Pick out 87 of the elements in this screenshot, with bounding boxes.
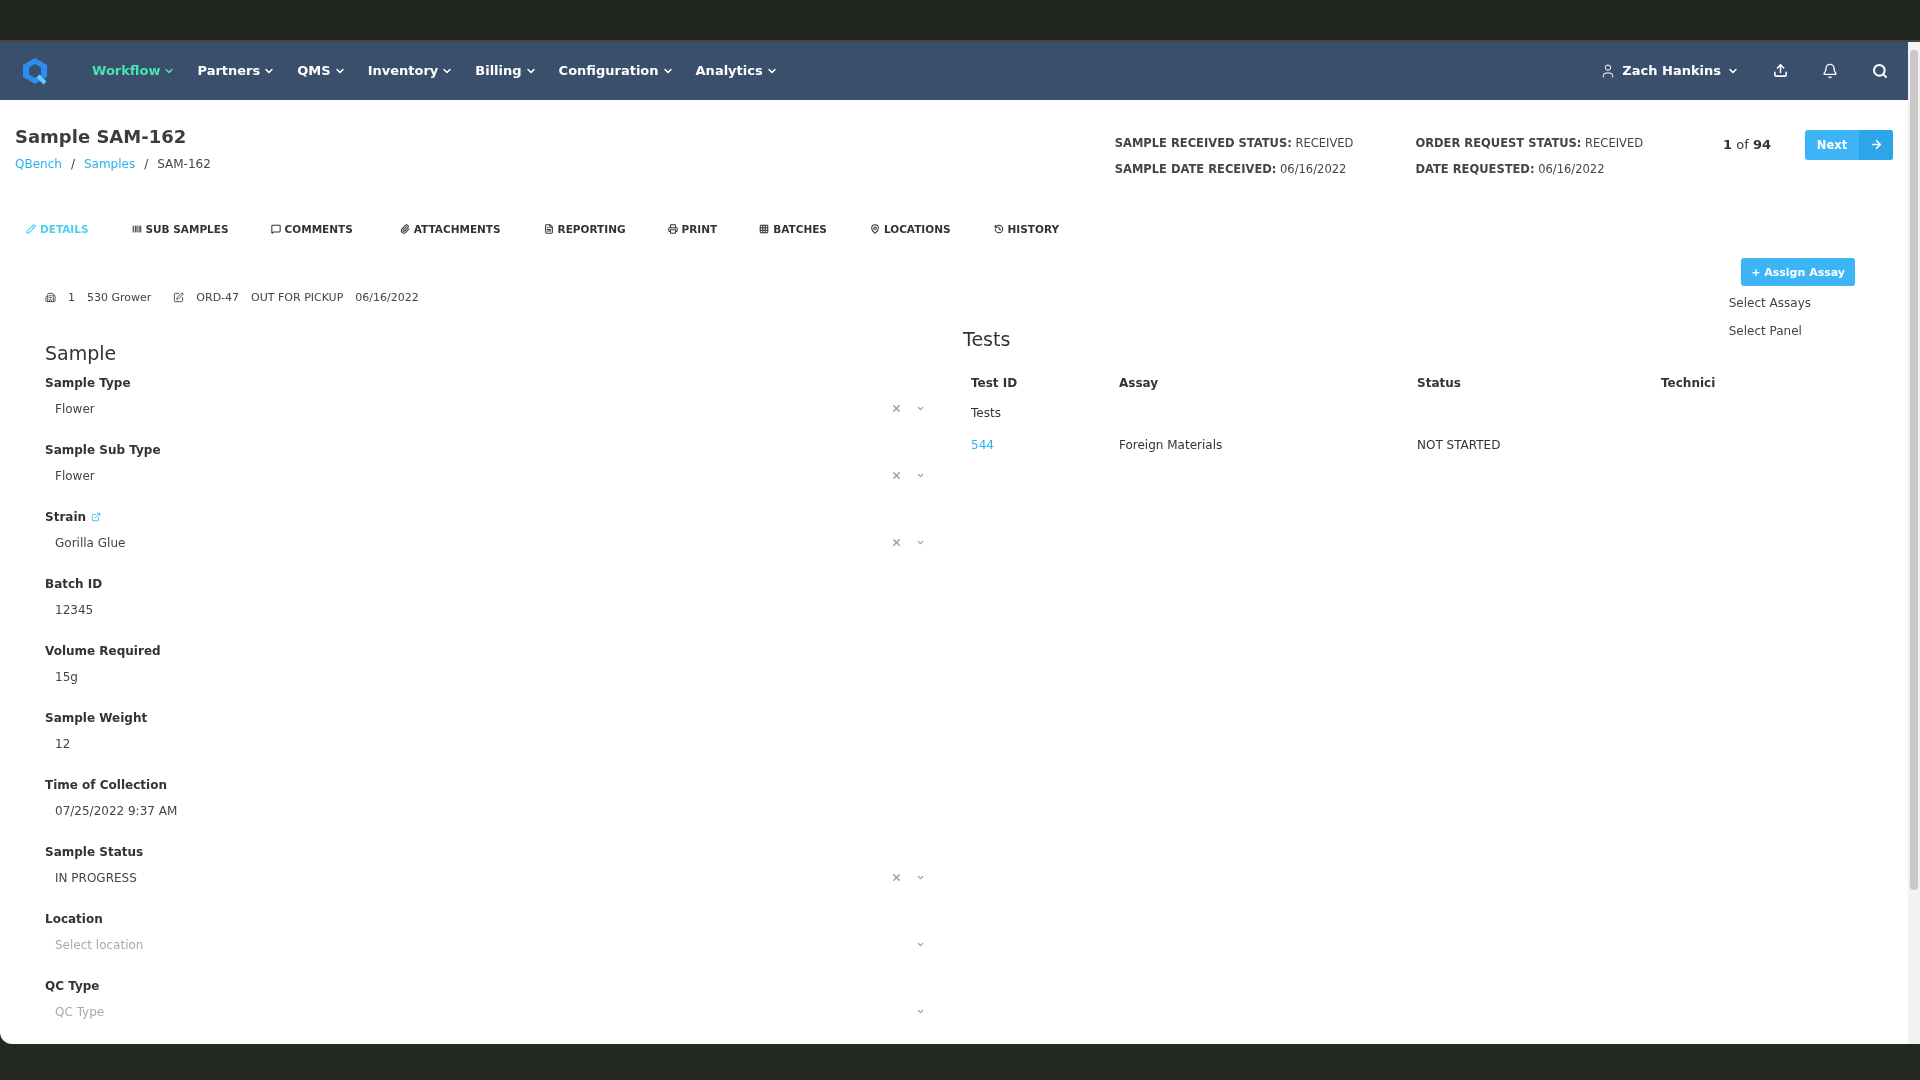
search-icon[interactable] [1872,62,1888,79]
clear-icon[interactable] [891,470,902,481]
map-pin-icon [869,224,880,235]
tab[interactable]: LOCATIONS [869,223,951,236]
field-label: Strain [45,510,87,524]
caret-icon[interactable] [916,873,925,882]
nav-menu-item[interactable]: QMS [297,63,346,79]
field-label: Sample Status [45,845,144,859]
dropdown-menu-item[interactable]: Select Panel [1728,324,1811,338]
input-field[interactable]: 12 [45,727,935,760]
nav-menu-item[interactable]: Analytics [695,63,778,79]
grid-icon [759,224,770,235]
barcode-icon [131,224,142,235]
printer-icon [667,224,678,235]
column-header: Assay [1119,376,1160,390]
table-cell-text: Foreign Materials [1119,438,1224,452]
status-text: ORDER REQUEST STATUS: RECEIVED [1415,135,1644,150]
field-label: QC Type [45,979,100,993]
document-icon [543,224,554,235]
pencil-icon [26,224,36,235]
scrollbar[interactable] [1908,42,1920,1044]
edit-icon [173,291,185,303]
customer-name: 530 Grower [87,290,152,304]
section-title: Tests [963,328,1011,350]
nav-menu-item[interactable]: Inventory [367,63,454,79]
user-menu[interactable]: Zach Hankins [1600,62,1739,79]
history-icon [993,224,1004,235]
nav-menu-item[interactable]: Billing [475,63,537,79]
column-header: Technici [1661,376,1717,390]
nav-menu-item[interactable]: Partners [197,63,276,79]
group-label: Tests [970,405,1002,422]
select-field[interactable]: IN PROGRESS [45,861,935,894]
nav-menu-item[interactable]: Workflow [92,63,176,79]
status-text: DATE REQUESTED: 06/16/2022 [1415,161,1606,176]
breadcrumb-current: SAM-162 [157,156,211,171]
section-title: Sample [45,342,117,364]
input-field[interactable]: 15g [45,660,935,693]
arrow-right-icon [1869,138,1883,152]
clear-icon[interactable] [891,403,902,414]
upload-icon[interactable] [1773,63,1788,79]
external-link-icon[interactable] [91,512,102,522]
field-label: Sample Type [45,376,131,390]
caret-icon[interactable] [916,1007,925,1016]
breadcrumb-separator: / [70,156,75,171]
caret-icon[interactable] [916,404,925,413]
select-field[interactable]: Flower [45,392,935,425]
tab[interactable]: COMMENTS [270,223,353,236]
bell-icon[interactable] [1822,62,1838,79]
tab[interactable]: PRINT [667,223,718,236]
dropdown-menu-item[interactable]: Select Assays [1728,296,1811,310]
order-id: ORD-47 [196,290,240,304]
field-label: Sample Weight [45,711,148,725]
field-label: Batch ID [45,577,103,591]
paperclip-icon [399,224,410,235]
column-header: Test ID [971,376,1019,390]
caret-icon[interactable] [916,538,925,547]
status-text: SAMPLE DATE RECEIVED: 06/16/2022 [1114,161,1348,176]
caret-icon[interactable] [916,940,925,949]
tab[interactable]: BATCHES [759,223,827,236]
field-label: Time of Collection [45,778,167,792]
tab[interactable]: REPORTING [543,223,626,236]
logo-icon [20,55,50,86]
clear-icon[interactable] [891,872,902,883]
clear-icon[interactable] [891,537,902,548]
tab[interactable]: HISTORY [993,223,1059,236]
input-field[interactable]: 12345 [45,593,935,626]
select-field[interactable]: Flower [45,459,935,492]
comment-icon [270,224,281,235]
building-icon [45,291,56,303]
caret-icon[interactable] [916,471,925,480]
nav-menu-item[interactable]: Configuration [558,63,674,79]
status-text: SAMPLE RECEIVED STATUS: RECEIVED [1114,135,1354,150]
breadcrumb-separator: / [144,156,149,171]
field-label: Location [45,912,103,926]
order-status: OUT FOR PICKUP [251,290,344,304]
pager-count: 1 of 94 [1723,136,1771,154]
page-title: Sample SAM-162 [15,125,188,147]
order-date: 06/16/2022 [355,290,419,304]
tab[interactable]: SUB SAMPLES [131,223,229,236]
field-label: Sample Sub Type [45,443,161,457]
column-header: Status [1417,376,1462,390]
input-field[interactable]: 07/25/2022 9:37 AM [45,794,935,827]
info-count: 1 [68,290,75,304]
field-label: Volume Required [45,644,161,658]
select-field[interactable]: Gorilla Glue [45,526,935,559]
table-cell-text: NOT STARTED [1417,438,1502,452]
tab[interactable]: ATTACHMENTS [399,223,501,236]
